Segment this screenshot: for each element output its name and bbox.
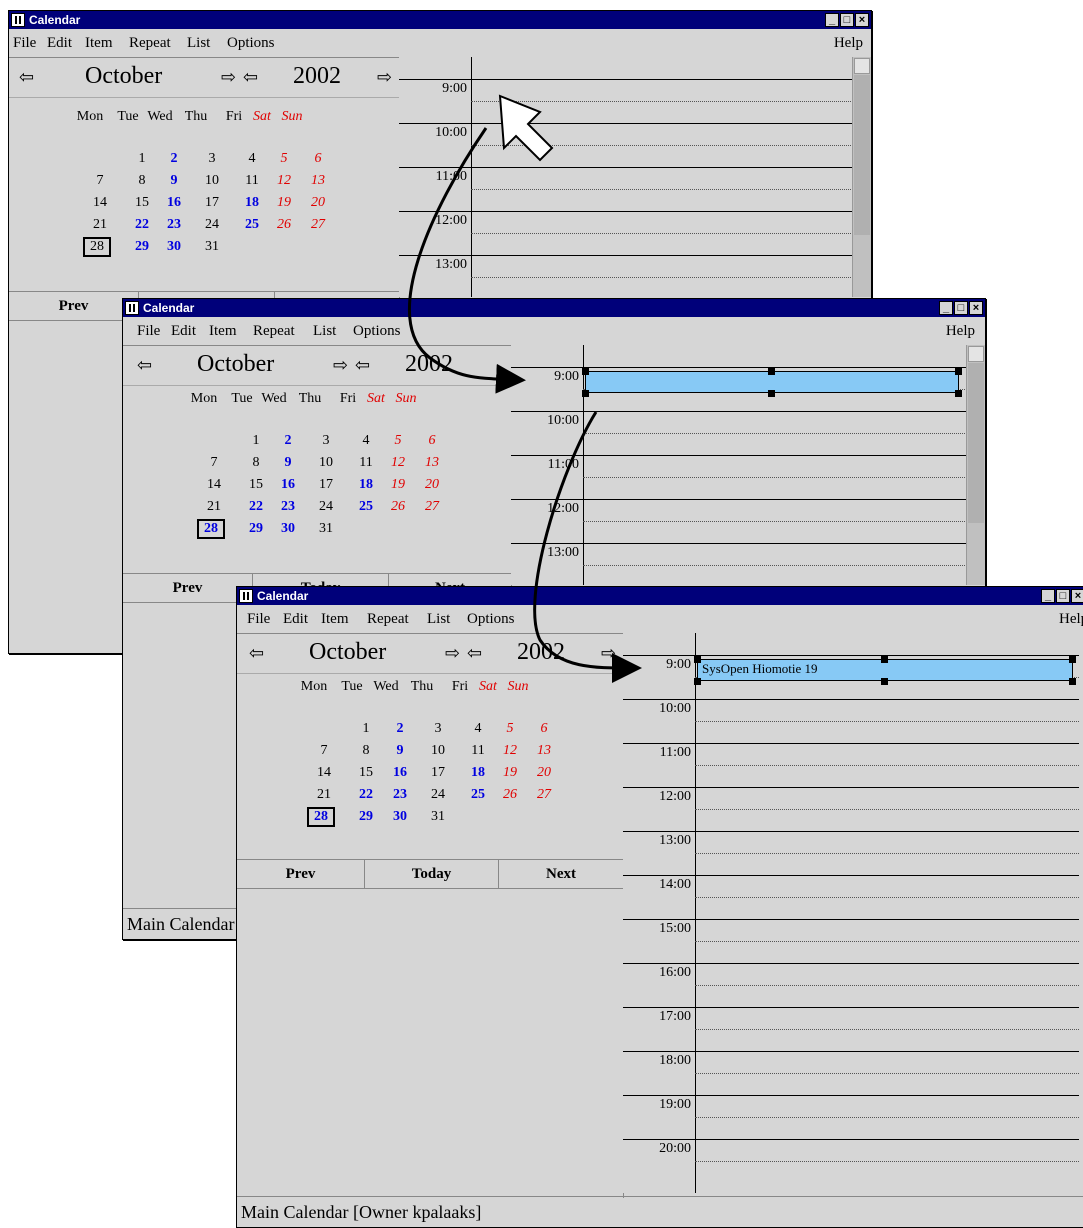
annotation-layer (407, 94, 642, 684)
drag-arrow-1 (407, 127, 526, 394)
mouse-cursor-icon (498, 94, 554, 162)
drag-arrow-2 (533, 411, 642, 684)
